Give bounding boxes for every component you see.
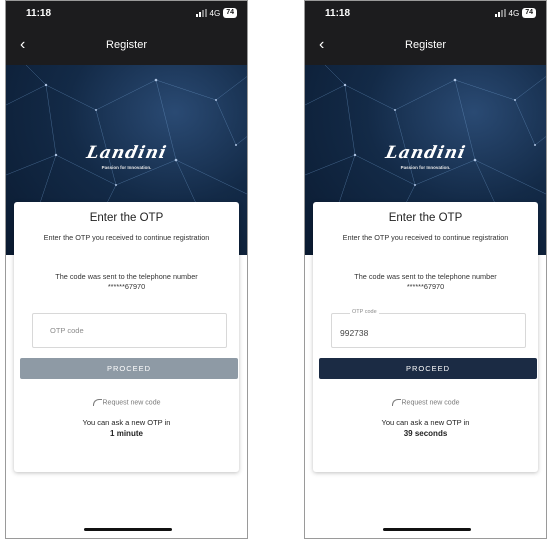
status-indicators: 4G 74	[494, 8, 536, 18]
nav-bar: ‹ Register	[305, 27, 546, 65]
otp-card: Enter the OTP Enter the OTP you received…	[14, 202, 239, 472]
signal-icon	[494, 9, 506, 17]
status-time: 11:18	[26, 8, 52, 19]
otp-card: Enter the OTP Enter the OTP you received…	[313, 202, 538, 472]
home-indicator	[383, 528, 471, 531]
logo-wordmark: Landini	[383, 143, 468, 163]
phone-screen-filled: 11:18 4G 74 ‹ Register Landini Passion f…	[304, 0, 547, 539]
battery-icon: 74	[223, 8, 237, 18]
proceed-button[interactable]: PROCEED	[319, 358, 537, 379]
instruction-text: Enter the OTP you received to continue r…	[342, 233, 509, 242]
otp-value: 992738	[340, 328, 369, 338]
refresh-icon	[92, 399, 102, 406]
logo-tagline: Passion for Innovation.	[101, 165, 152, 170]
card-title: Enter the OTP	[388, 212, 463, 224]
proceed-button[interactable]: PROCEED	[20, 358, 238, 379]
page-title: Register	[405, 39, 446, 51]
request-new-code-link[interactable]: Request new code	[313, 399, 538, 406]
timer-value: 1 minute	[110, 429, 143, 438]
battery-icon: 74	[522, 8, 536, 18]
instruction-text: Enter the OTP you received to continue r…	[43, 233, 210, 242]
nav-bar: ‹ Register	[6, 27, 247, 65]
home-indicator	[84, 528, 172, 531]
timer-text: You can ask a new OTP in	[82, 418, 171, 427]
otp-placeholder: OTP code	[50, 326, 84, 335]
brand-logo: Landini Passion for Innovation.	[305, 143, 546, 170]
status-bar: 11:18 4G 74	[305, 1, 546, 27]
phone-screen-empty: 11:18 4G 74 ‹ Register Landini Passion f…	[5, 0, 248, 539]
logo-tagline: Passion for Innovation.	[400, 165, 451, 170]
sent-text: The code was sent to the telephone numbe…	[55, 272, 198, 281]
masked-phone: ******67970	[107, 282, 146, 291]
status-bar: 11:18 4G 74	[6, 1, 247, 27]
logo-wordmark: Landini	[84, 143, 169, 163]
sent-info: The code was sent to the telephone numbe…	[24, 272, 229, 292]
otp-input[interactable]: OTP code	[32, 313, 227, 348]
masked-phone: ******67970	[406, 282, 445, 291]
sent-info: The code was sent to the telephone numbe…	[323, 272, 528, 292]
timer-value: 39 seconds	[403, 429, 448, 438]
otp-input[interactable]: OTP code 992738	[331, 309, 526, 348]
timer-text: You can ask a new OTP in	[381, 418, 470, 427]
signal-icon	[195, 9, 207, 17]
sent-text: The code was sent to the telephone numbe…	[354, 272, 497, 281]
status-indicators: 4G 74	[195, 8, 237, 18]
request-label: Request new code	[401, 399, 460, 407]
refresh-icon	[391, 399, 401, 406]
brand-logo: Landini Passion for Innovation.	[6, 143, 247, 170]
card-title: Enter the OTP	[89, 212, 164, 224]
status-time: 11:18	[325, 8, 351, 19]
request-new-code-link[interactable]: Request new code	[14, 399, 239, 406]
network-type: 4G	[508, 8, 520, 18]
request-label: Request new code	[102, 399, 161, 407]
page-title: Register	[106, 39, 147, 51]
network-type: 4G	[209, 8, 221, 18]
otp-floating-label: OTP code	[350, 309, 379, 315]
